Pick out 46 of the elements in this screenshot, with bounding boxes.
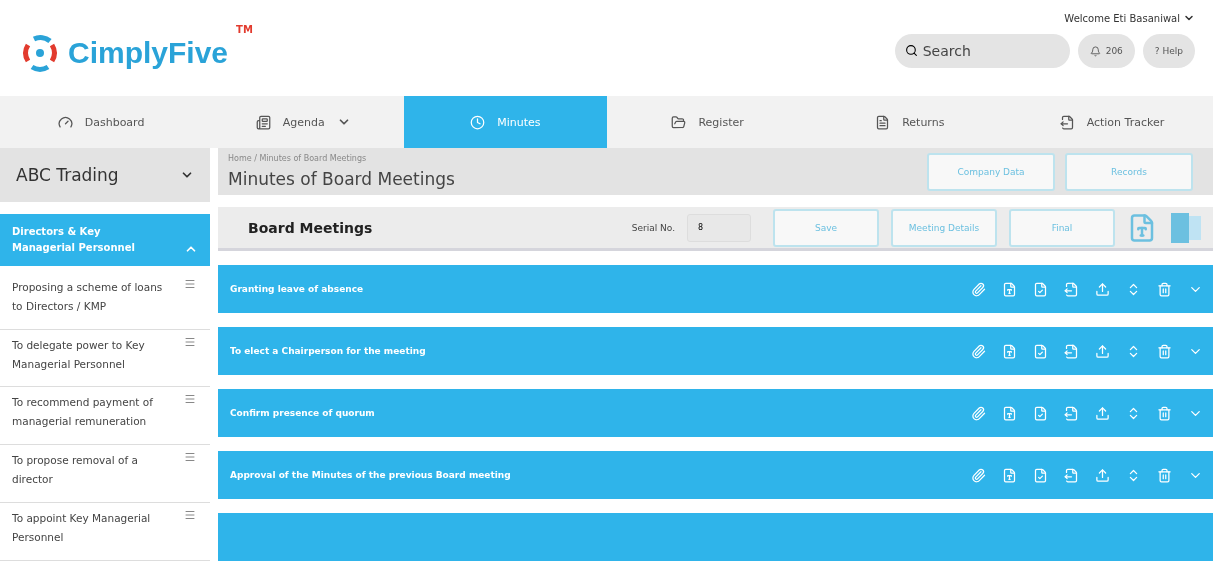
bell-icon: [1089, 45, 1101, 57]
document-icon[interactable]: [1033, 281, 1048, 297]
menu-icon[interactable]: [184, 509, 196, 522]
menu-icon[interactable]: [184, 277, 196, 290]
company-selector[interactable]: ABC Trading: [0, 148, 210, 202]
nav-icon: [875, 114, 891, 130]
sidebar-item[interactable]: To recommend payment of managerial remuneration: [12, 393, 172, 435]
document-icon[interactable]: [1033, 343, 1048, 359]
export-icon[interactable]: [1064, 281, 1079, 297]
help-button[interactable]: ? Help: [1142, 34, 1195, 68]
delete-icon[interactable]: [1157, 343, 1172, 359]
sidebar-item[interactable]: To propose removal of a director: [12, 451, 172, 493]
document-icon[interactable]: [1033, 467, 1048, 483]
nav-icon: [255, 114, 271, 130]
upload-icon[interactable]: [1095, 405, 1110, 421]
sidebar-item[interactable]: To appoint Key Managerial Personnel: [12, 509, 172, 550]
search-field[interactable]: Search: [894, 34, 1070, 68]
export-icon[interactable]: [1064, 343, 1079, 359]
sidebar-item[interactable]: To delegate power to Key Managerial Personnel: [12, 335, 172, 377]
breadcrumb: Home / Minutes of Board Meetings: [228, 154, 368, 164]
export-icon[interactable]: [1064, 467, 1079, 483]
nav-icon: [671, 114, 687, 130]
delete-icon[interactable]: [1157, 405, 1172, 421]
nav-icon: [57, 114, 73, 130]
section-title: Board Meetings: [248, 219, 374, 236]
serial-label: Serial No.: [631, 222, 675, 233]
document-icon[interactable]: [1033, 405, 1048, 421]
trademark-mark: TM: [236, 24, 253, 35]
upload-icon[interactable]: [1095, 281, 1110, 297]
delete-icon[interactable]: [1157, 281, 1172, 297]
notifications-button[interactable]: 206: [1077, 34, 1135, 68]
menu-icon[interactable]: [184, 393, 196, 406]
logo-text: CimplyFive: [68, 36, 229, 70]
menu-icon[interactable]: [184, 335, 196, 348]
nav-icon: [1059, 114, 1075, 130]
upload-icon[interactable]: [1095, 343, 1110, 359]
delete-icon[interactable]: [1157, 467, 1172, 483]
sidebar-item[interactable]: Proposing a scheme of loans to Directors / KMP: [12, 277, 172, 319]
serial-field[interactable]: 8: [687, 213, 751, 242]
logo-icon: [20, 33, 60, 73]
nav-icon: [470, 114, 486, 130]
upload-icon[interactable]: [1095, 467, 1110, 483]
export-icon[interactable]: [1064, 405, 1079, 421]
page-title: Minutes of Board Meetings: [228, 169, 455, 190]
user-menu[interactable]: Welcome Eti Basaniwal: [1064, 12, 1195, 24]
menu-icon[interactable]: [184, 451, 196, 464]
